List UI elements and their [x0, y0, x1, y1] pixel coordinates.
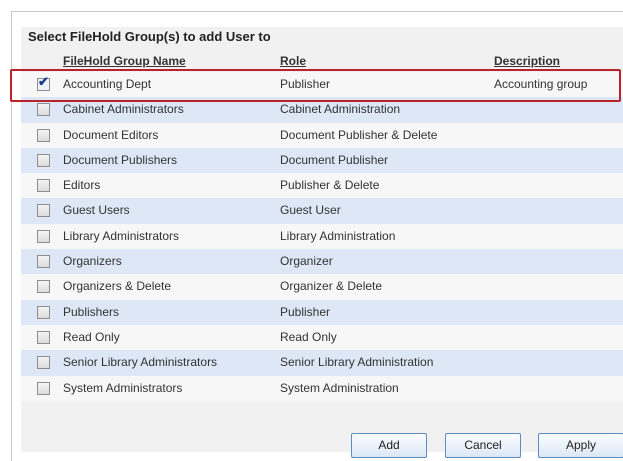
table-row[interactable]: System Administrators System Administrati… — [21, 375, 623, 401]
role-cell: Cabinet Administration — [280, 102, 401, 117]
role-cell: System Administration — [280, 380, 399, 395]
role-cell: Read Only — [280, 329, 337, 344]
group-checkbox[interactable] — [37, 103, 50, 117]
role-cell: Publisher & Delete — [280, 178, 380, 193]
checkmark-icon: ✔ — [38, 74, 49, 89]
group-name-cell: System Administrators — [63, 380, 183, 395]
group-name-cell: Document Publishers — [63, 152, 178, 167]
group-checkbox[interactable] — [37, 330, 50, 344]
group-name-cell: Editors — [63, 178, 101, 193]
group-checkbox[interactable] — [37, 229, 50, 243]
group-name-cell: Document Editors — [63, 127, 159, 142]
table-row[interactable]: Organizers Organizer — [21, 249, 623, 275]
group-checkbox[interactable] — [37, 179, 50, 193]
description-cell: Accounting group — [494, 77, 588, 91]
group-checkbox[interactable] — [37, 128, 50, 142]
group-selection-panel: Select FileHold Group(s) to add User to … — [21, 27, 623, 458]
column-header-role[interactable]: Role — [280, 54, 306, 68]
group-table-body: ✔ Accounting Dept Publisher Accounting grou… — [21, 72, 623, 401]
column-header-name[interactable]: FileHold Group Name — [63, 54, 186, 68]
group-name-cell: Read Only — [63, 329, 120, 344]
table-row[interactable]: Document Publishers Document Publisher — [21, 147, 623, 174]
table-row[interactable]: Read Only Read Only — [21, 324, 623, 351]
role-cell: Senior Library Administration — [280, 355, 434, 370]
table-row[interactable]: Document Editors Document Publisher & Del… — [21, 122, 623, 148]
group-checkbox[interactable] — [37, 356, 50, 370]
table-row[interactable]: Library Administrators Library Administra… — [21, 223, 623, 250]
role-cell: Publisher — [280, 304, 331, 319]
role-cell: Guest User — [280, 203, 341, 218]
add-button[interactable]: Add — [351, 433, 427, 458]
group-name-cell: Guest Users — [63, 203, 130, 218]
table-header: FileHold Group Name Role Description — [21, 54, 623, 72]
table-row[interactable]: Publishers Publisher — [21, 299, 623, 325]
apply-button[interactable]: Apply — [538, 433, 623, 458]
group-name-cell: Library Administrators — [63, 228, 180, 243]
table-row[interactable]: Guest Users Guest User — [21, 198, 623, 224]
group-name-cell: Cabinet Administrators — [63, 102, 184, 117]
role-cell: Publisher — [280, 77, 331, 91]
group-checkbox[interactable] — [37, 381, 50, 395]
table-row[interactable]: Editors Publisher & Delete — [21, 173, 623, 199]
role-cell: Document Publisher & Delete — [280, 127, 438, 142]
group-checkbox[interactable] — [37, 204, 50, 218]
group-name-cell: Publishers — [63, 304, 120, 319]
group-checkbox[interactable] — [37, 255, 50, 269]
panel-title: Select FileHold Group(s) to add User to — [28, 29, 271, 44]
group-name-cell: Organizers — [63, 254, 122, 269]
group-checkbox[interactable] — [37, 305, 50, 319]
column-header-description[interactable]: Description — [494, 54, 560, 68]
role-cell: Organizer & Delete — [280, 279, 383, 294]
table-row[interactable]: ✔ Accounting Dept Publisher Accounting grou… — [21, 72, 623, 98]
role-cell: Document Publisher — [280, 152, 389, 167]
role-cell: Organizer — [280, 254, 333, 269]
group-checkbox[interactable] — [37, 280, 50, 294]
table-row[interactable]: Cabinet Administrators Cabinet Administra… — [21, 97, 623, 123]
group-checkbox[interactable]: ✔ — [37, 74, 50, 91]
group-name-cell: Accounting Dept — [63, 77, 152, 91]
table-row[interactable]: Senior Library Administrators Senior Libr… — [21, 350, 623, 376]
group-checkbox[interactable] — [37, 153, 50, 167]
group-name-cell: Organizers & Delete — [63, 279, 172, 294]
cancel-button[interactable]: Cancel — [445, 433, 521, 458]
table-row[interactable]: Organizers & Delete Organizer & Delete — [21, 274, 623, 300]
role-cell: Library Administration — [280, 228, 396, 243]
group-name-cell: Senior Library Administrators — [63, 355, 218, 370]
